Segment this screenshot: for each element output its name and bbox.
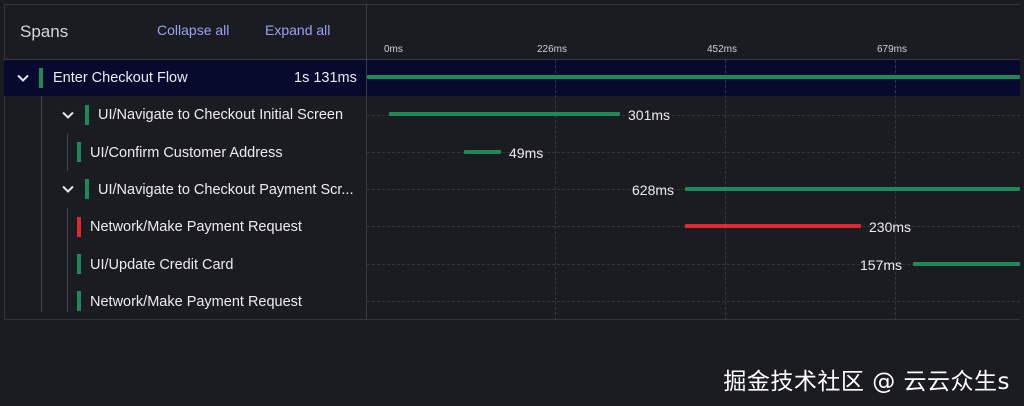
tree-connector [41, 96, 42, 312]
chevron-down-icon[interactable] [15, 70, 31, 86]
expand-all-button[interactable]: Expand all [265, 22, 330, 38]
status-marker [85, 179, 89, 199]
span-label: UI/Confirm Customer Address [90, 145, 283, 161]
span-duration: 1s 131ms [294, 70, 357, 86]
span-bar[interactable] [913, 262, 1020, 266]
span-bar-duration: 49ms [509, 145, 544, 161]
grid-line [555, 60, 556, 320]
chevron-down-icon[interactable] [60, 107, 76, 123]
span-bar-duration: 628ms [632, 182, 675, 198]
chevron-down-icon[interactable] [60, 181, 76, 197]
tick-label: 679ms [877, 44, 908, 55]
span-label: Network/Make Payment Request [90, 294, 302, 310]
status-marker [77, 142, 81, 162]
collapse-all-button[interactable]: Collapse all [157, 22, 229, 38]
span-bar[interactable] [389, 112, 620, 116]
watermark: 掘金技术社区 @ 云云众生s [723, 369, 1010, 395]
status-marker [77, 291, 81, 311]
span-label: UI/Navigate to Checkout Payment Scr... [98, 182, 354, 198]
tick-label: 226ms [537, 44, 568, 55]
spans-header: Spans Collapse all Expand all [4, 4, 366, 60]
tree-connector [67, 134, 68, 171]
header-divider [4, 59, 1020, 60]
status-marker [85, 105, 89, 125]
span-bar-duration: 230ms [869, 219, 912, 235]
span-bar[interactable] [685, 187, 1020, 191]
span-label: Network/Make Payment Request [90, 219, 302, 235]
panel-divider[interactable] [366, 4, 367, 320]
timeline-axis: 0ms 226ms 452ms 679ms [367, 4, 1020, 60]
tick-label: 0ms [384, 44, 403, 55]
spans-title: Spans [20, 22, 69, 41]
span-bar-duration: 301ms [628, 107, 671, 123]
span-bar[interactable] [367, 75, 1020, 79]
status-marker [39, 68, 43, 88]
span-bar-duration: 157ms [860, 257, 903, 273]
status-marker [77, 254, 81, 274]
error-status-marker [77, 217, 81, 237]
row-guide [367, 301, 1020, 302]
span-bar[interactable] [685, 224, 861, 228]
tree-connector [67, 208, 68, 312]
span-label: Enter Checkout Flow [53, 70, 188, 86]
span-label: UI/Update Credit Card [90, 257, 234, 273]
span-bar[interactable] [464, 150, 501, 154]
tick-label: 452ms [707, 44, 738, 55]
span-label: UI/Navigate to Checkout Initial Screen [98, 107, 344, 123]
